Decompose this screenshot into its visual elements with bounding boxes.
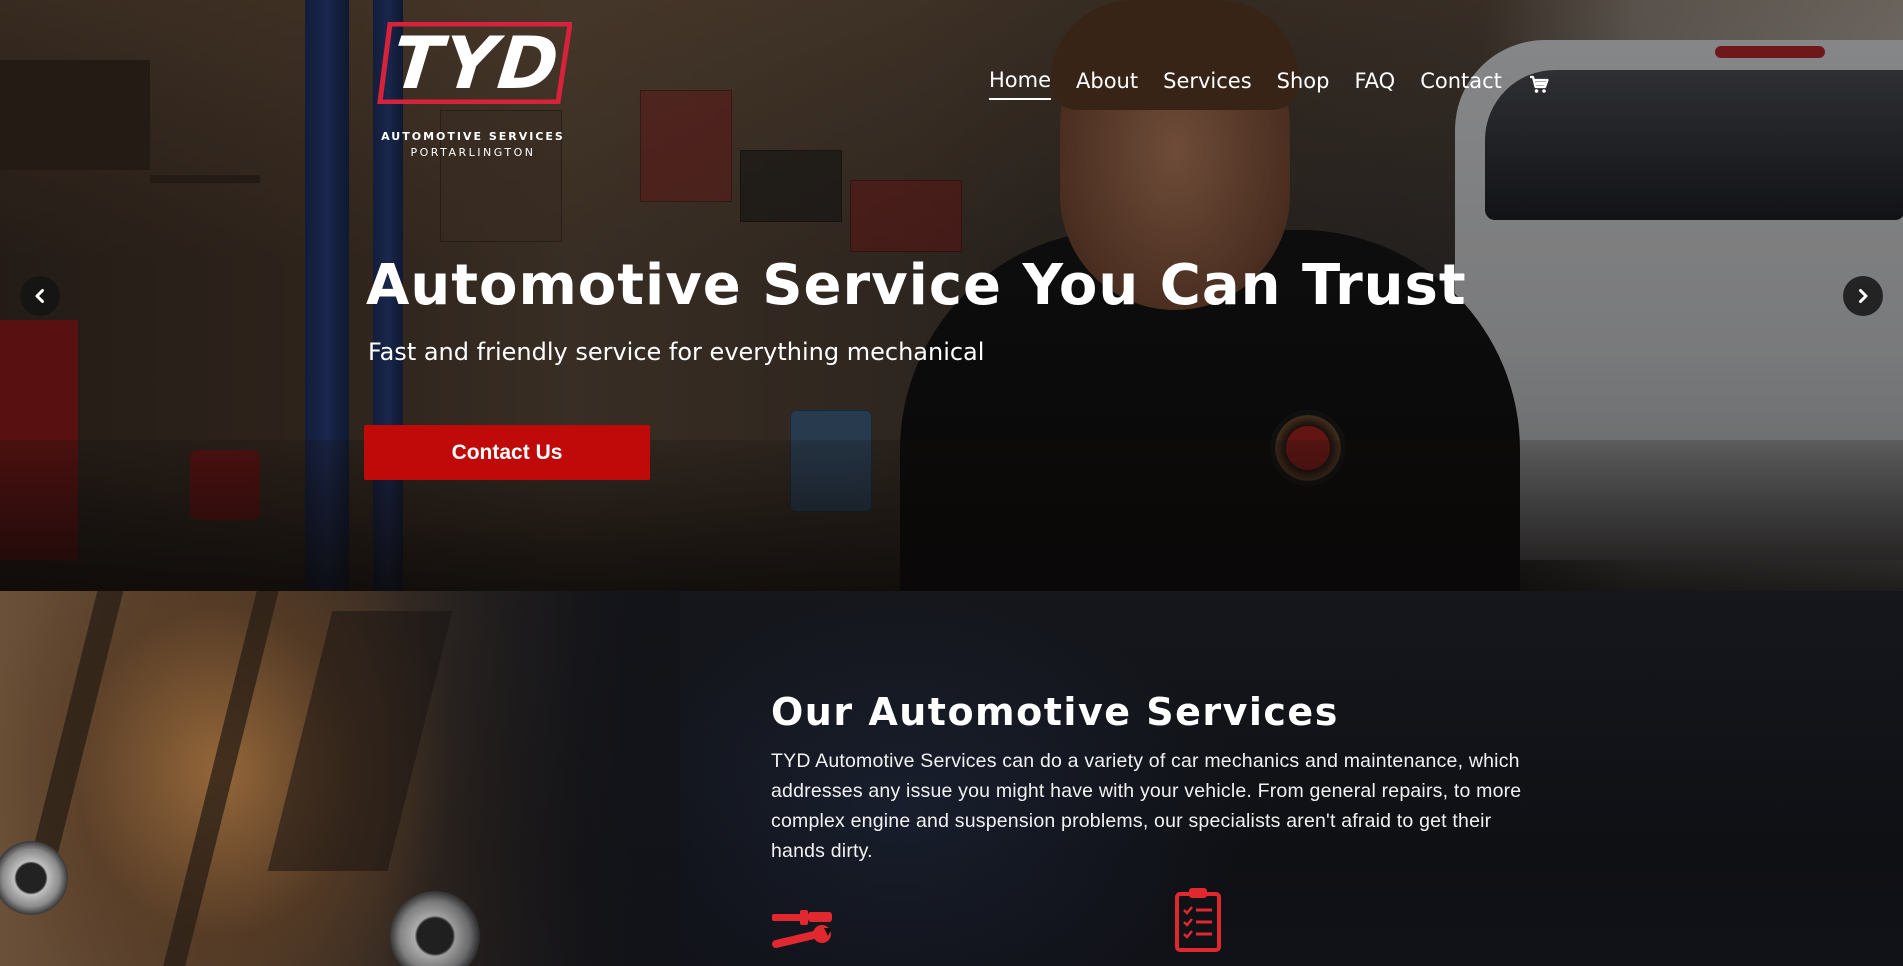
cart-icon[interactable] [1527,72,1551,96]
site-logo[interactable]: TYD AUTOMOTIVE SERVICES PORTARLINGTON [368,18,590,159]
nav-contact[interactable]: Contact [1420,67,1502,99]
contact-us-button[interactable]: Contact Us [364,425,650,480]
engine-fade [380,591,680,966]
logo-location: PORTARLINGTON [410,146,536,159]
logo-wordmark: TYD [388,21,565,105]
nav-about[interactable]: About [1076,67,1138,99]
chevron-right-icon [1859,289,1868,303]
slider-next-button[interactable] [1843,276,1883,316]
engine-photo [0,591,680,966]
tools-icon [772,910,832,948]
nav-shop[interactable]: Shop [1277,67,1330,99]
hero-title: Automotive Service You Can Trust [366,253,1467,318]
services-title: Our Automotive Services [771,690,1339,734]
nav-home[interactable]: Home [989,66,1052,100]
clipboard-checklist-icon [1175,888,1221,952]
engine-rib [163,591,279,966]
engine-bolt [0,841,68,915]
chevron-left-icon [35,289,44,303]
logo-tagline: AUTOMOTIVE SERVICES [381,130,565,143]
slider-prev-button[interactable] [20,276,60,316]
main-navigation: Home About Services Shop FAQ Contact [989,66,1551,100]
hero-subtitle: Fast and friendly service for everything… [368,338,985,366]
nav-services[interactable]: Services [1163,67,1252,99]
nav-faq[interactable]: FAQ [1355,67,1396,99]
services-description: TYD Automotive Services can do a variety… [771,750,1522,862]
